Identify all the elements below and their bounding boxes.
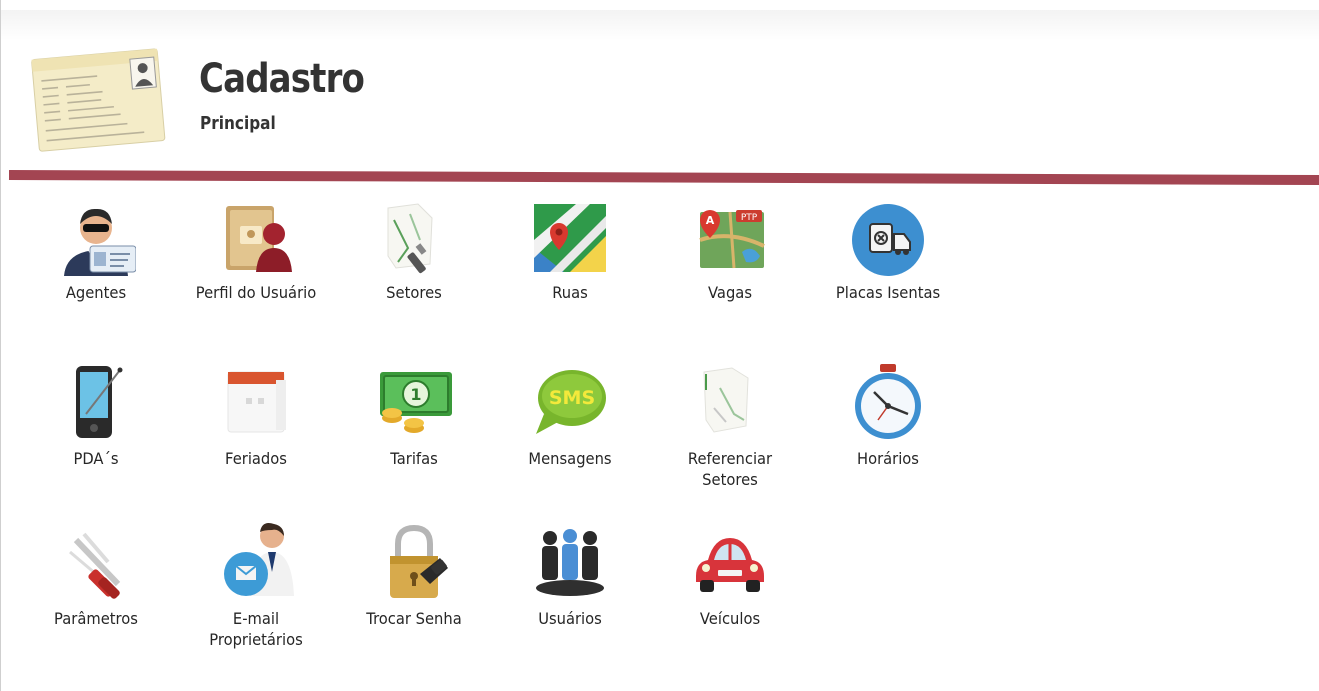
menu-item-parametros[interactable]: Parâmetros (21, 522, 171, 629)
menu-item-feriados[interactable]: Feriados (181, 362, 331, 469)
menu-item-agentes[interactable]: Agentes (21, 200, 171, 303)
menu-item-placas-isentas[interactable]: Placas Isentas (813, 200, 963, 303)
menu-item-setores[interactable]: Setores (339, 200, 489, 303)
menu-item-usuarios[interactable]: Usuários (495, 522, 645, 629)
menu-item-referenciar-setores[interactable]: Referenciar Setores (655, 362, 805, 490)
exempt-plates-icon (813, 200, 963, 276)
money-icon: 1 (339, 362, 489, 442)
page: Cadastro Principal Agentes Perfil do Usu… (0, 0, 1319, 691)
svg-text:PTP: PTP (741, 213, 758, 223)
menu-item-perfil-do-usuario[interactable]: Perfil do Usuário (181, 200, 331, 303)
menu-item-label: Perfil do Usuário (195, 283, 317, 302)
menu-grid: Agentes Perfil do Usuário Setores Ruas P… (1, 0, 1319, 691)
sectors-map-icon (339, 200, 489, 276)
menu-item-label: Vagas (708, 283, 752, 302)
menu-item-vagas[interactable]: PTP A Vagas (655, 200, 805, 303)
menu-item-label: Horários (857, 449, 919, 468)
menu-item-label: Trocar Senha (366, 609, 462, 628)
menu-item-mensagens[interactable]: SMS Mensagens (495, 362, 645, 469)
agent-badge-icon (21, 200, 171, 276)
users-group-icon (495, 522, 645, 602)
menu-item-label: Placas Isentas (835, 283, 941, 302)
menu-item-trocar-senha[interactable]: Trocar Senha (339, 522, 489, 629)
menu-item-label: Usuários (538, 609, 602, 628)
menu-item-ruas[interactable]: Ruas (495, 200, 645, 303)
user-profile-icon (181, 200, 331, 276)
menu-item-label: Agentes (65, 283, 127, 302)
stopwatch-icon (813, 362, 963, 442)
menu-item-tarifas[interactable]: 1 Tarifas (339, 362, 489, 469)
menu-item-label: Feriados (225, 449, 287, 468)
car-icon (655, 522, 805, 602)
parking-spots-map-icon: PTP A (655, 200, 805, 276)
svg-text:1: 1 (410, 385, 421, 404)
email-owner-icon (181, 522, 331, 602)
menu-item-label: E-mail Proprietários (209, 609, 303, 649)
calendar-icon (181, 362, 331, 442)
menu-item-label: PDA´s (73, 449, 119, 468)
sms-icon: SMS (495, 362, 645, 442)
svg-text:SMS: SMS (549, 387, 595, 409)
menu-item-label: Tarifas (390, 449, 438, 468)
menu-item-label: Parâmetros (54, 609, 138, 628)
reference-map-icon (655, 362, 805, 442)
menu-item-label: Veículos (699, 609, 761, 628)
menu-item-horarios[interactable]: Horários (813, 362, 963, 469)
tools-icon (21, 522, 171, 602)
menu-item-label: Referenciar Setores (687, 449, 773, 489)
pda-device-icon (21, 362, 171, 442)
menu-item-email-proprietarios[interactable]: E-mail Proprietários (181, 522, 331, 650)
menu-item-veiculos[interactable]: Veículos (655, 522, 805, 629)
menu-item-pdas[interactable]: PDA´s (21, 362, 171, 469)
streets-map-icon (495, 200, 645, 276)
padlock-key-icon (339, 522, 489, 602)
menu-item-label: Mensagens (528, 449, 612, 468)
menu-item-label: Setores (386, 283, 442, 302)
menu-item-label: Ruas (552, 283, 588, 302)
svg-text:A: A (706, 214, 715, 227)
